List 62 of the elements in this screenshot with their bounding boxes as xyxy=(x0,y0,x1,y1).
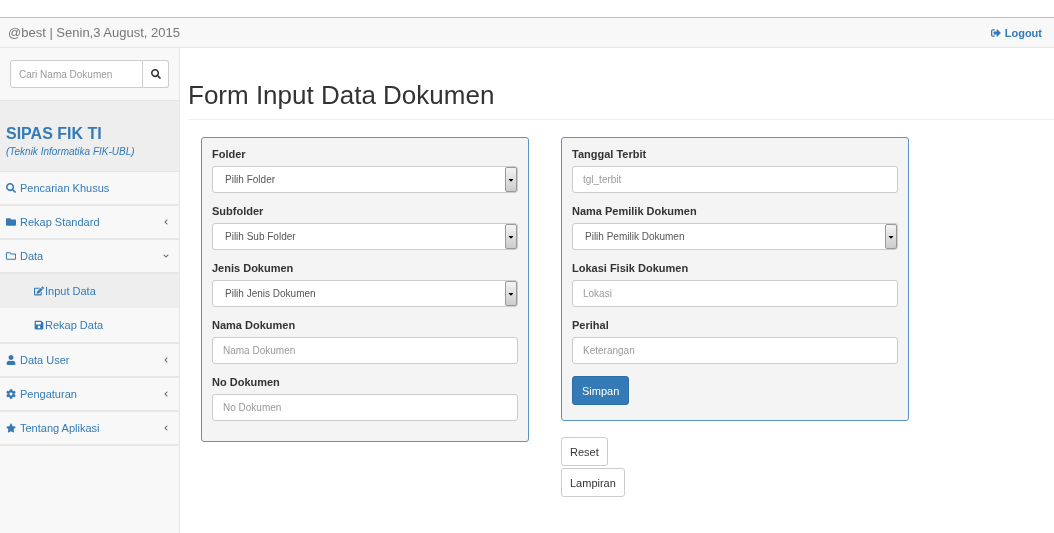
field-label: No Dokumen xyxy=(212,376,281,388)
select-field[interactable]: Pilih Folder xyxy=(212,166,518,193)
chevron-left-icon xyxy=(163,357,169,363)
search-icon xyxy=(6,183,16,193)
sidebar-item[interactable]: Data User xyxy=(0,344,179,378)
folder-icon xyxy=(6,217,16,227)
dropdown-caret-icon[interactable] xyxy=(505,281,517,306)
field-label: Jenis Dokumen xyxy=(212,262,295,274)
dropdown-caret-icon[interactable] xyxy=(885,224,897,249)
field-label: Nama Dokumen xyxy=(212,319,297,331)
user-icon xyxy=(6,355,16,365)
input-field[interactable]: tgl_terbit xyxy=(572,166,898,193)
field-label: Tanggal Terbit xyxy=(572,148,648,160)
sidebar-item-label: Rekap Standard xyxy=(20,216,100,228)
star-icon xyxy=(6,423,16,433)
field-label: Subfolder xyxy=(212,205,265,217)
sidebar-item-label: Data xyxy=(20,250,44,262)
input-field[interactable]: No Dokumen xyxy=(212,394,518,421)
floppy-icon xyxy=(34,320,44,330)
search-button[interactable] xyxy=(143,60,169,88)
sidebar-item-label: Tentang Aplikasi xyxy=(20,422,100,434)
field-label: Nama Pemilik Dokumen xyxy=(572,205,698,217)
logout-icon xyxy=(990,27,1001,38)
field-label: Folder xyxy=(212,148,247,160)
gear-icon xyxy=(6,389,16,399)
sidebar-item[interactable]: Pengaturan xyxy=(0,378,179,412)
page-title: Form Input Data Dokumen xyxy=(188,80,1054,120)
search-icon xyxy=(150,69,161,79)
field-label: Lokasi Fisik Dokumen xyxy=(572,262,690,274)
sidebar-item-label: Pencarian Khusus xyxy=(20,182,110,194)
sidebar-item[interactable]: Tentang Aplikasi xyxy=(0,412,179,446)
sidebar-subitem[interactable]: Rekap Data xyxy=(0,308,179,342)
select-field[interactable]: Pilih Pemilik Dokumen xyxy=(572,223,898,250)
sidebar-subitem[interactable]: Input Data xyxy=(0,274,179,308)
form-button[interactable]: Reset xyxy=(561,437,608,466)
sidebar-item-label: Input Data xyxy=(45,285,96,297)
sidebar-item-label: Rekap Data xyxy=(45,319,104,331)
logout-link[interactable]: Logout xyxy=(990,26,1042,39)
input-field[interactable]: Lokasi xyxy=(572,280,898,307)
save-button[interactable]: Simpan xyxy=(572,376,630,405)
edit-icon xyxy=(34,286,44,296)
field-label: Perihal xyxy=(572,319,610,331)
dropdown-caret-icon[interactable] xyxy=(505,224,517,249)
sidebar-item[interactable]: Pencarian Khusus xyxy=(0,172,179,206)
user-date-text: @best | Senin,3 August, 2015 xyxy=(8,25,180,40)
chevron-down-icon xyxy=(163,253,169,259)
chevron-left-icon xyxy=(163,391,169,397)
input-field[interactable]: Nama Dokumen xyxy=(212,337,518,364)
dropdown-caret-icon[interactable] xyxy=(505,167,517,192)
sidebar-item-label: Data User xyxy=(20,354,70,366)
brand-title: SIPAS FIK TI xyxy=(6,125,103,143)
input-field[interactable]: Keterangan xyxy=(572,337,898,364)
select-field[interactable]: Pilih Jenis Dokumen xyxy=(212,280,518,307)
sidebar-item-label: Pengaturan xyxy=(20,388,77,400)
select-field[interactable]: Pilih Sub Folder xyxy=(212,223,518,250)
form-button[interactable]: Lampiran xyxy=(561,468,625,497)
chevron-left-icon xyxy=(163,219,169,225)
folder-outline-icon xyxy=(6,251,16,261)
chevron-left-icon xyxy=(163,425,169,431)
sidebar-item[interactable]: Rekap Standard xyxy=(0,206,179,240)
search-field[interactable]: Cari Nama Dokumen xyxy=(10,60,143,88)
brand-subtitle: (Teknik Informatika FIK-UBL) xyxy=(6,146,136,157)
